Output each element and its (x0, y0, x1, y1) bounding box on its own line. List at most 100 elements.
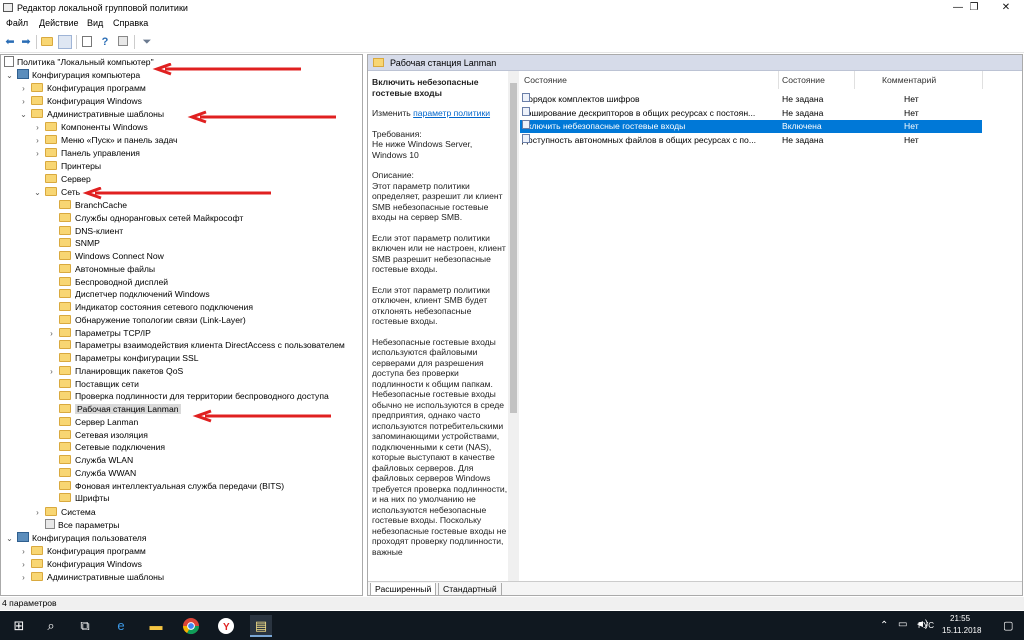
start-windows-icon[interactable]: ⊞ (8, 615, 30, 637)
properties-icon[interactable] (116, 35, 130, 49)
tab-extended[interactable]: Расширенный (370, 583, 437, 595)
tree-node-control-panel[interactable]: › Панель управления (33, 147, 140, 160)
help-icon[interactable]: ? (98, 35, 112, 49)
tree-node-start-menu[interactable]: › Меню «Пуск» и панель задач (33, 134, 178, 147)
tree-node-network-child[interactable]: Службы одноранговых сетей Майкрософт (59, 212, 243, 225)
column-header-state[interactable]: Состояние (782, 75, 825, 85)
clock-date[interactable]: 15.11.2018 (942, 626, 981, 635)
setting-row[interactable]: Кэширование дескрипторов в общих ресурса… (520, 106, 982, 120)
tree-node-network-child[interactable]: Поставщик сети (59, 378, 139, 391)
expanded-chevron-icon[interactable]: ⌄ (5, 69, 14, 82)
description-scrollbar[interactable] (508, 71, 519, 581)
expanded-chevron-icon[interactable]: ⌄ (33, 186, 42, 199)
column-separator[interactable] (982, 71, 983, 89)
edge-browser-icon[interactable]: e (110, 615, 132, 637)
user-icon (17, 532, 29, 542)
tree-node-network-child[interactable]: Шрифты (59, 492, 109, 505)
filter-icon[interactable]: ⏷ (140, 35, 154, 49)
tree-node-network[interactable]: ⌄ Сеть (33, 186, 80, 199)
tree-node-network-child[interactable]: › Планировщик пакетов QoS (50, 365, 183, 378)
collapsed-chevron-icon[interactable]: › (19, 545, 28, 558)
tree-node-user-admin-templates[interactable]: › Административные шаблоны (19, 571, 164, 584)
setting-row[interactable]: Доступность автономных файлов в общих ре… (520, 133, 982, 147)
tree-node-network-child[interactable]: Сервер Lanman (59, 416, 138, 429)
tree-node-network-child[interactable]: Параметры взаимодействия клиента DirectA… (59, 339, 345, 352)
collapsed-chevron-icon[interactable]: › (47, 365, 56, 378)
group-policy-editor-taskbar-icon[interactable]: ▤ (250, 615, 272, 637)
column-header-comment[interactable]: Комментарий (882, 75, 936, 85)
tree-node-all-settings[interactable]: Все параметры (45, 519, 119, 532)
tree-node-program-config[interactable]: › Конфигурация программ (19, 82, 146, 95)
tree-root[interactable]: Политика "Локальный компьютер" (4, 56, 154, 69)
tree-node-printers[interactable]: Принтеры (45, 160, 101, 173)
tree-node-network-child[interactable]: Служба WLAN (59, 454, 133, 467)
tree-node-user-windows-config[interactable]: › Конфигурация Windows (19, 558, 142, 571)
close-button[interactable]: ✕ (984, 0, 1024, 16)
collapsed-chevron-icon[interactable]: › (47, 327, 56, 340)
tree-node-computer-config[interactable]: ⌄ Конфигурация компьютера (5, 69, 140, 82)
column-header-setting[interactable]: Состояние (524, 75, 567, 85)
collapsed-chevron-icon[interactable]: › (33, 134, 42, 147)
clock-time[interactable]: 21:55 (950, 614, 970, 623)
task-view-icon[interactable]: ⧉ (74, 615, 96, 637)
tree-node-user-config[interactable]: ⌄ Конфигурация пользователя (5, 532, 146, 545)
collapsed-chevron-icon[interactable]: › (33, 506, 42, 519)
back-arrow-icon[interactable]: ⬅ (3, 35, 17, 49)
tree-node-user-program-config[interactable]: › Конфигурация программ (19, 545, 146, 558)
tree-node-system[interactable]: › Система (33, 506, 96, 519)
forward-arrow-icon[interactable]: ➡ (19, 35, 33, 49)
menu-action[interactable]: Действие (39, 18, 79, 28)
tree-node-network-child[interactable]: DNS-клиент (59, 225, 123, 238)
tree-node-network-child[interactable]: Windows Connect Now (59, 250, 164, 263)
tree-node-network-child[interactable]: Сетевые подключения (59, 441, 165, 454)
collapsed-chevron-icon[interactable]: › (19, 558, 28, 571)
column-separator[interactable] (778, 71, 779, 89)
export-icon[interactable] (80, 35, 94, 49)
tray-chevron-icon[interactable]: ⌃ (880, 620, 888, 631)
notification-icon[interactable]: ▢ (1003, 619, 1013, 632)
tree-node-network-child[interactable]: Рабочая станция Lanman (59, 403, 181, 416)
tree-node-network-child[interactable]: Сетевая изоляция (59, 429, 148, 442)
tree-node-network-child[interactable]: Обнаружение топологии связи (Link-Layer) (59, 314, 246, 327)
tree-node-network-child[interactable]: SNMP (59, 237, 100, 250)
tab-standard[interactable]: Стандартный (438, 583, 502, 595)
tree-node-network-child[interactable]: Проверка подлинности для территории бесп… (59, 390, 329, 403)
menu-help[interactable]: Справка (113, 18, 148, 28)
search-icon[interactable]: ⌕ (40, 615, 62, 637)
collapsed-chevron-icon[interactable]: › (19, 82, 28, 95)
collapsed-chevron-icon[interactable]: › (19, 571, 28, 584)
tree-label: Рабочая станция Lanman (75, 404, 181, 414)
scrollbar-thumb[interactable] (510, 83, 517, 413)
collapsed-chevron-icon[interactable]: › (33, 147, 42, 160)
file-explorer-icon[interactable]: ▬ (145, 615, 167, 637)
chrome-icon[interactable] (180, 615, 202, 637)
show-tree-icon[interactable] (58, 35, 72, 49)
setting-row[interactable]: Включить небезопасные гостевые входы Вклю… (520, 120, 982, 133)
tree-node-network-child[interactable]: Служба WWAN (59, 467, 136, 480)
language-indicator[interactable]: РУС (918, 621, 934, 630)
tree-node-network-child[interactable]: Фоновая интеллектуальная служба передачи… (59, 480, 284, 493)
up-folder-icon[interactable] (40, 35, 54, 49)
tree-node-network-child[interactable]: Индикатор состояния сетевого подключения (59, 301, 253, 314)
tree-pane: Политика "Локальный компьютер" ⌄ Конфигур… (0, 54, 363, 596)
yandex-browser-icon[interactable]: Y (215, 615, 237, 637)
tree-node-network-child[interactable]: Диспетчер подключений Windows (59, 288, 210, 301)
collapsed-chevron-icon[interactable]: › (33, 121, 42, 134)
collapsed-chevron-icon[interactable]: › (19, 95, 28, 108)
tree-node-network-child[interactable]: › Параметры TCP/IP (50, 327, 151, 340)
tree-node-network-child[interactable]: Параметры конфигурации SSL (59, 352, 199, 365)
tree-node-admin-templates[interactable]: ⌄ Административные шаблоны (19, 108, 164, 121)
network-icon[interactable]: ▭ (898, 619, 907, 630)
column-separator[interactable] (854, 71, 855, 89)
tree-node-network-child[interactable]: Беспроводной дисплей (59, 276, 168, 289)
tree-node-windows-components[interactable]: › Компоненты Windows (33, 121, 148, 134)
edit-policy-link[interactable]: параметр политики (413, 108, 490, 118)
tree-node-server[interactable]: Сервер (45, 173, 91, 186)
expanded-chevron-icon[interactable]: ⌄ (5, 532, 14, 545)
tree-node-network-child[interactable]: Автономные файлы (59, 263, 155, 276)
expanded-chevron-icon[interactable]: ⌄ (19, 108, 28, 121)
menu-view[interactable]: Вид (87, 18, 103, 28)
menu-file[interactable]: Файл (6, 18, 28, 28)
tree-node-windows-config[interactable]: › Конфигурация Windows (19, 95, 142, 108)
setting-row[interactable]: Порядок комплектов шифров Не задана Нет (520, 93, 982, 106)
